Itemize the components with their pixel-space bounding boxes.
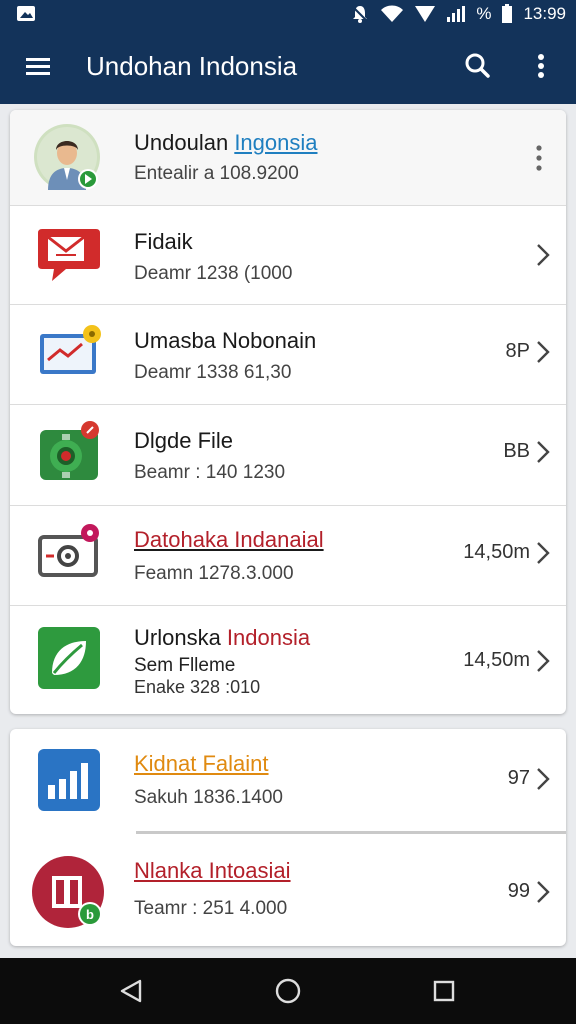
status-bar: % 13:99: [0, 0, 576, 28]
list-card-secondary: Kidnat Falaint Sakuh 1836.1400 97 b Nlan…: [10, 729, 566, 946]
list-item[interactable]: Urlonska Indonsia Sem Flleme Enake 328 :…: [10, 605, 566, 714]
list-item-subtitle: Sem Flleme: [134, 655, 236, 676]
chevron-right-icon: [537, 768, 550, 790]
app-title: Undohan Indonsia: [86, 51, 298, 81]
svg-text:b: b: [86, 907, 94, 922]
app-bar: Undohan Indonsia: [0, 28, 576, 104]
list-item-subtitle: Deamr 1338 61,30: [134, 362, 292, 383]
list-card-primary: Undoulan Ingonsia Entealir a 108.9200 Fi…: [10, 110, 566, 714]
list-item-title-part1: Urlonska: [134, 625, 227, 650]
profile-name-link[interactable]: Ingonsia: [234, 130, 317, 155]
signal-bars-icon: [447, 6, 466, 22]
list-item[interactable]: Dlgde File Beamr : 140 1230 BB: [10, 404, 566, 506]
chevron-right-icon: [537, 542, 550, 564]
wifi-icon: [381, 5, 404, 22]
list-item-title-link[interactable]: Datohaka Indanaial: [134, 527, 324, 553]
list-item-title: Fidaik: [134, 229, 193, 254]
list-item[interactable]: b Nlanka Intoasiai Teamr : 251 4.000 99: [10, 834, 566, 946]
list-item-value: BB: [503, 440, 530, 462]
profile-row[interactable]: Undoulan Ingonsia Entealir a 108.9200: [10, 110, 566, 206]
list-item-subtitle: Feamn 1278.3.000: [134, 563, 294, 584]
list-item-title: Umasba Nobonain: [134, 328, 317, 353]
list-item-value: 14,50m: [463, 649, 530, 671]
list-item-subtitle: Deamr 1238 (1000: [134, 263, 293, 284]
list-item-title-part2: Indonsia: [226, 625, 311, 650]
profile-name-part1: Undoulan: [134, 130, 235, 155]
list-item-value: 99: [507, 880, 530, 902]
list-item-subtitle: Sakuh 1836.1400: [134, 787, 283, 808]
chat-bubble-icon: [38, 229, 100, 281]
chevron-right-icon: [537, 441, 550, 463]
more-vert-icon[interactable]: [526, 48, 556, 84]
chevron-right-icon: [537, 341, 550, 363]
search-icon[interactable]: [458, 48, 498, 84]
navigation-bar: [0, 958, 576, 1024]
list-item-value: 97: [507, 767, 530, 789]
list-item-subtitle-secondary: Enake 328 :010: [134, 677, 261, 697]
bell-off-icon: [352, 6, 369, 23]
list-item[interactable]: Kidnat Falaint Sakuh 1836.1400 97: [10, 729, 566, 832]
status-icons: % 13:99: [350, 4, 566, 24]
avatar: [34, 124, 100, 190]
list-item-subtitle: Beamr : 140 1230: [134, 462, 286, 483]
profile-subtitle: Entealir a 108.9200: [134, 163, 299, 184]
chevron-right-icon: [537, 244, 550, 266]
chevron-right-icon: [537, 881, 550, 903]
battery-percent-label: %: [476, 4, 492, 23]
list-item-subtitle: Teamr : 251 4.000: [134, 898, 288, 919]
battery-icon: [502, 4, 513, 23]
home-circle-icon[interactable]: [274, 977, 302, 1005]
profile-name: Undoulan Ingonsia: [134, 130, 318, 156]
building-icon: b: [32, 856, 104, 928]
list-item-title: Urlonska Indonsia: [134, 625, 310, 651]
list-item[interactable]: Datohaka Indanaial Feamn 1278.3.000 14,5…: [10, 505, 566, 606]
list-item-title[interactable]: Kidnat Falaint: [134, 751, 269, 777]
list-item-value: 8P: [505, 340, 530, 362]
list-item-value: 14,50m: [463, 541, 530, 563]
recent-square-icon[interactable]: [432, 979, 456, 1003]
list-item[interactable]: Umasba Nobonain Deamr 1338 61,30 8P: [10, 304, 566, 405]
bar-chart-icon: [38, 749, 100, 811]
leaf-icon: [38, 627, 100, 689]
list-item-title[interactable]: Nlanka Intoasiai: [134, 858, 291, 884]
list-item-title: Datohaka Indanaial: [134, 527, 324, 552]
chevron-right-icon: [537, 650, 550, 672]
status-time: 13:99: [523, 4, 566, 23]
menu-icon[interactable]: [20, 50, 56, 82]
list-item-title: Dlgde File: [134, 428, 234, 453]
settings-gear-icon: [40, 421, 99, 480]
email-chart-icon: [40, 325, 101, 374]
list-item[interactable]: Fidaik Deamr 1238 (1000: [10, 205, 566, 305]
profile-more-icon[interactable]: [534, 144, 544, 172]
camera-icon: [38, 524, 99, 577]
image-notification-icon: [17, 6, 35, 21]
back-triangle-icon[interactable]: [118, 978, 144, 1004]
signal-triangle-icon: [415, 6, 436, 22]
